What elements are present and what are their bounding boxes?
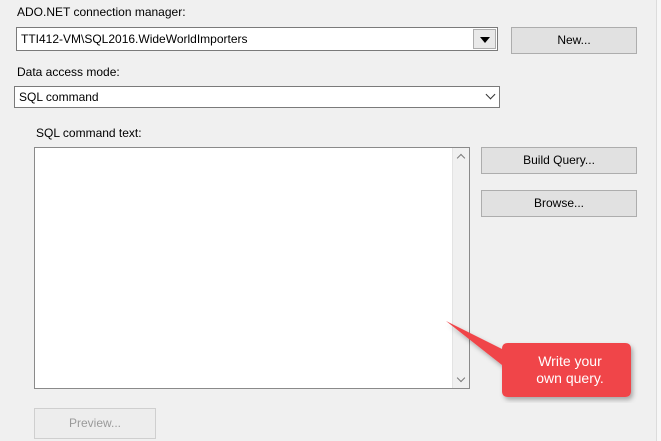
callout-text: Write your own query. <box>511 353 629 387</box>
connection-manager-value: TTI412-VM\SQL2016.WideWorldImporters <box>21 32 248 46</box>
sql-command-textarea[interactable] <box>34 147 470 389</box>
connection-manager-label: ADO.NET connection manager: <box>17 5 186 19</box>
preview-button[interactable]: Preview... <box>34 408 156 439</box>
data-access-mode-label: Data access mode: <box>17 65 120 79</box>
connection-manager-dropdown-button[interactable] <box>473 29 496 49</box>
callout-line-1: Write your <box>538 353 602 369</box>
data-access-mode-value: SQL command <box>19 90 99 104</box>
chevron-up-icon <box>456 153 466 163</box>
sql-command-text-label: SQL command text: <box>36 126 142 140</box>
data-access-mode-dropdown[interactable]: SQL command <box>14 86 500 108</box>
connection-manager-dropdown[interactable]: TTI412-VM\SQL2016.WideWorldImporters <box>16 27 498 51</box>
build-query-button[interactable]: Build Query... <box>481 147 637 174</box>
callout-line-2: own query. <box>536 370 604 386</box>
callout-annotation: Write your own query. <box>443 317 638 403</box>
browse-button[interactable]: Browse... <box>481 190 637 217</box>
new-connection-button[interactable]: New... <box>511 27 637 54</box>
window-border <box>656 0 661 441</box>
chevron-down-icon <box>485 89 496 100</box>
scroll-up-button[interactable] <box>453 148 469 165</box>
triangle-down-icon <box>480 37 490 43</box>
